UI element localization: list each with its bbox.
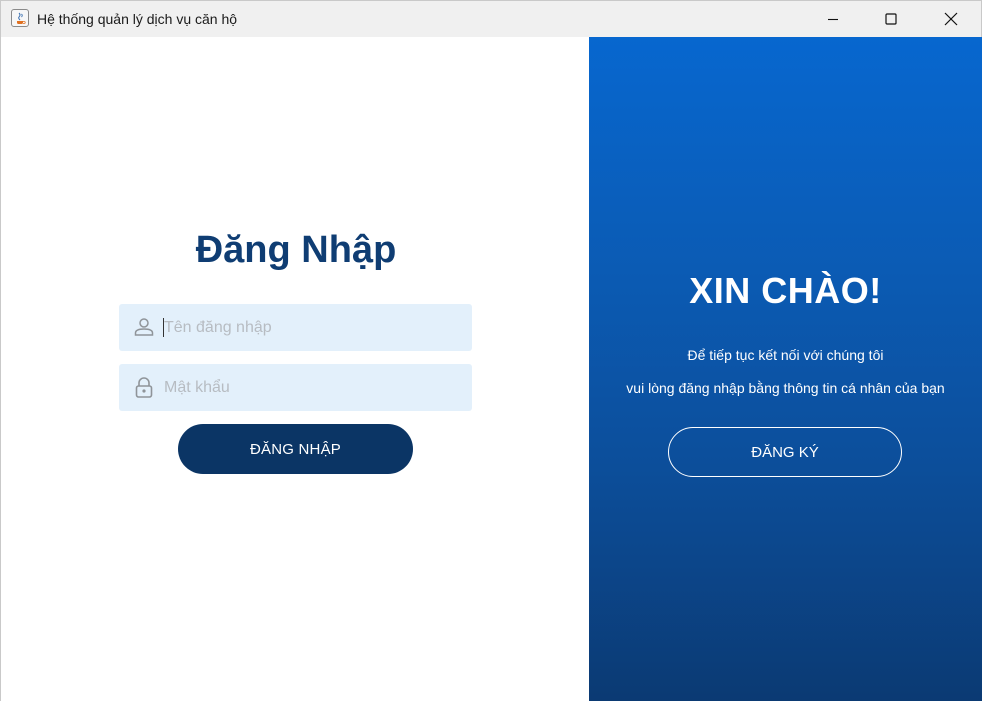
maximize-icon bbox=[885, 13, 897, 25]
user-icon bbox=[133, 316, 155, 338]
login-button[interactable]: ĐĂNG NHẬP bbox=[178, 424, 413, 474]
password-field[interactable]: Mật khẩu bbox=[119, 364, 472, 411]
minimize-icon bbox=[828, 18, 838, 21]
register-button[interactable]: ĐĂNG KÝ bbox=[668, 427, 902, 477]
maximize-button[interactable] bbox=[862, 1, 920, 37]
lock-icon bbox=[133, 376, 155, 398]
username-field[interactable]: Tên đăng nhập bbox=[119, 304, 472, 351]
app-window: Hệ thống quản lý dịch vụ căn hộ Đăng Nhậ… bbox=[0, 0, 982, 701]
welcome-heading: XIN CHÀO! bbox=[689, 270, 882, 311]
title-bar[interactable]: Hệ thống quản lý dịch vụ căn hộ bbox=[1, 1, 981, 37]
login-title: Đăng Nhập bbox=[195, 229, 397, 271]
login-panel: Đăng Nhập Tên đăng nhập Mật khẩu ĐĂNG NH… bbox=[1, 37, 589, 701]
welcome-text-line-2: vui lòng đăng nhập bằng thông tin cá nhâ… bbox=[626, 380, 945, 396]
username-placeholder: Tên đăng nhập bbox=[164, 319, 272, 336]
close-button[interactable] bbox=[922, 1, 980, 37]
java-app-icon bbox=[11, 9, 29, 27]
minimize-button[interactable] bbox=[804, 1, 862, 37]
close-icon bbox=[944, 12, 958, 26]
welcome-panel: XIN CHÀO! Để tiếp tục kết nối với chúng … bbox=[589, 37, 982, 701]
window-title: Hệ thống quản lý dịch vụ căn hộ bbox=[37, 11, 238, 27]
welcome-text-line-1: Để tiếp tục kết nối với chúng tôi bbox=[687, 347, 884, 363]
password-placeholder: Mật khẩu bbox=[164, 379, 230, 396]
